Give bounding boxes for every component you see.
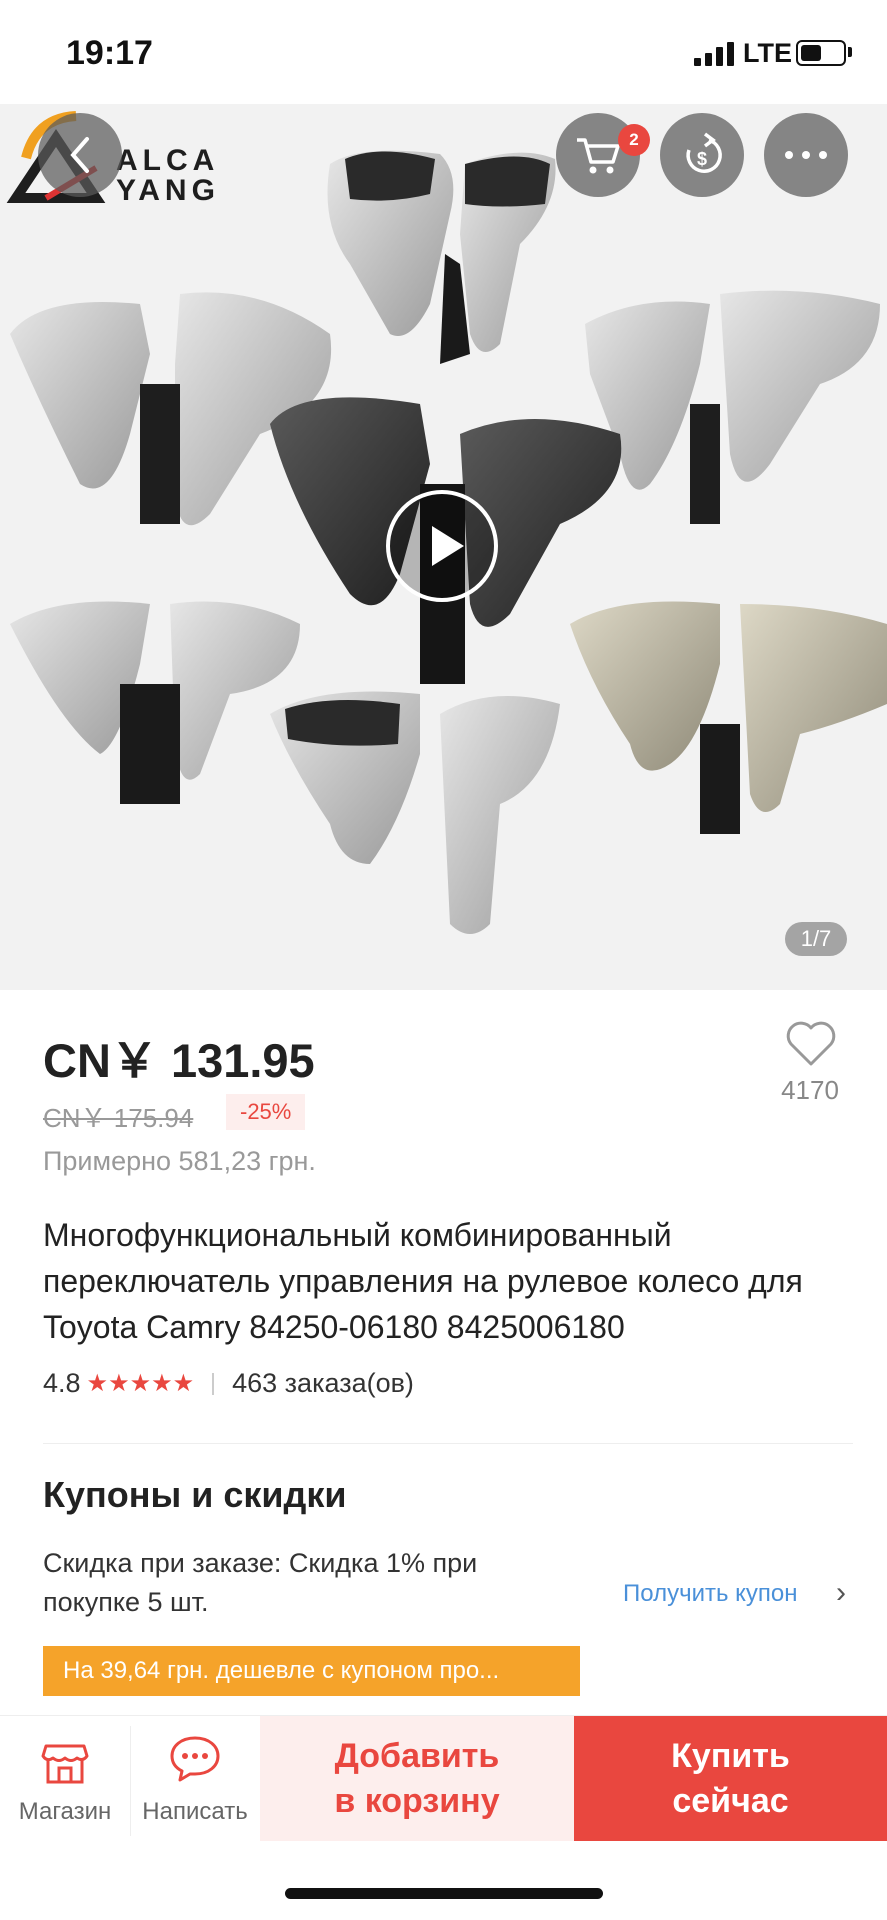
product-image-gallery[interactable]: ALCA YANG 2 $ 1/7 bbox=[0, 104, 887, 990]
bottom-action-bar: Магазин Написать Добавить в корзину Купи… bbox=[0, 1715, 887, 1846]
store-icon bbox=[41, 1744, 89, 1784]
add-to-cart-button[interactable]: Добавить в корзину bbox=[260, 1716, 574, 1841]
switch-bottom-right bbox=[570, 601, 887, 834]
buy-now-label: Купить сейчас bbox=[671, 1736, 790, 1820]
product-title: Многофункциональный комбинированный пере… bbox=[43, 1217, 803, 1345]
store-tab[interactable]: Магазин bbox=[0, 1716, 130, 1846]
coupons-heading: Купоны и скидки bbox=[43, 1474, 347, 1515]
rating-row[interactable]: 4.8 ★★★★★ 463 заказа(ов) bbox=[43, 1368, 414, 1399]
network-type: LTE bbox=[743, 38, 792, 68]
play-video-button[interactable] bbox=[386, 490, 498, 602]
chevron-left-icon bbox=[70, 137, 89, 173]
back-button[interactable] bbox=[38, 113, 122, 197]
message-label: Написать bbox=[142, 1798, 248, 1825]
status-time: 19:17 bbox=[66, 34, 153, 72]
switch-bottom-center bbox=[270, 691, 560, 934]
switch-left bbox=[10, 292, 332, 526]
original-price: CN￥ 175.94 bbox=[43, 1103, 194, 1133]
rating-value: 4.8 bbox=[43, 1368, 81, 1398]
coupon-savings-banner[interactable]: На 39,64 грн. дешевле с купоном про... bbox=[43, 1646, 580, 1696]
play-icon bbox=[432, 526, 464, 566]
signal-icon bbox=[694, 42, 734, 66]
battery-cap bbox=[848, 47, 852, 57]
rating-separator bbox=[212, 1372, 215, 1395]
rating-stars: ★★★★★ bbox=[86, 1370, 195, 1397]
switch-right bbox=[585, 290, 880, 524]
switch-bottom-left bbox=[10, 601, 300, 804]
more-options-button[interactable] bbox=[764, 113, 848, 197]
heart-icon[interactable] bbox=[785, 1020, 837, 1068]
battery-icon bbox=[796, 40, 846, 66]
message-tab[interactable]: Написать bbox=[130, 1716, 260, 1846]
buy-now-button[interactable]: Купить сейчас bbox=[574, 1716, 887, 1841]
orders-count: 463 заказа(ов) bbox=[232, 1368, 414, 1398]
add-to-cart-label: Добавить в корзину bbox=[334, 1736, 500, 1820]
more-dots-icon bbox=[785, 151, 827, 159]
image-counter: 1/7 bbox=[785, 922, 847, 956]
chevron-right-icon[interactable]: › bbox=[836, 1576, 846, 1610]
store-label: Магазин bbox=[18, 1798, 112, 1825]
home-indicator[interactable] bbox=[285, 1888, 603, 1899]
get-coupon-link[interactable]: Получить купон bbox=[623, 1580, 798, 1608]
divider bbox=[43, 1443, 853, 1444]
share-earn-icon: $ bbox=[686, 132, 722, 173]
coupon-discount-text: Скидка при заказе: Скидка 1% при покупке… bbox=[43, 1548, 478, 1617]
approx-price: Примерно 581,23 грн. bbox=[43, 1146, 316, 1176]
svg-text:$: $ bbox=[697, 149, 707, 169]
cart-icon bbox=[577, 138, 620, 174]
cart-count-badge: 2 bbox=[618, 124, 650, 156]
favorites-count: 4170 bbox=[781, 1075, 839, 1105]
share-button[interactable]: $ bbox=[660, 113, 744, 197]
switch-top bbox=[327, 150, 556, 364]
current-price: CN￥ 131.95 bbox=[43, 1034, 315, 1087]
discount-badge: -25% bbox=[226, 1094, 306, 1130]
chat-icon bbox=[170, 1736, 220, 1782]
status-bar: 19:17 LTE bbox=[0, 0, 887, 104]
